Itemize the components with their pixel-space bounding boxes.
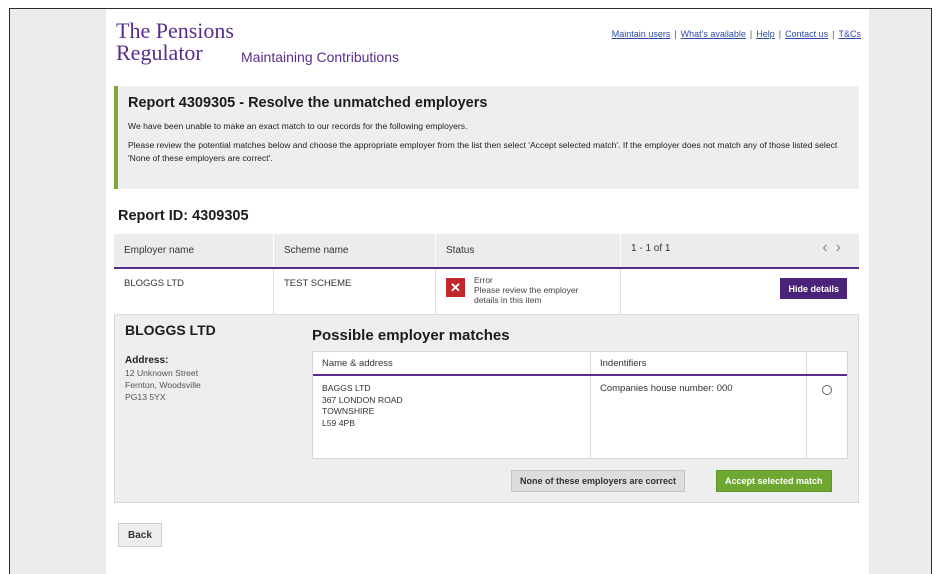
match-identifier: Companies house number: 000 — [591, 376, 807, 458]
match-address-line: L59 4PB — [322, 417, 355, 428]
address-label: Address: — [125, 355, 169, 366]
browser-frame: The Pensions Regulator Maintaining Contr… — [9, 8, 932, 574]
employer-name-cell: BLOGGS LTD — [114, 269, 274, 314]
match-name-address: BAGGS LTD 367 LONDON ROAD TOWNSHIRE L59 … — [313, 376, 591, 458]
match-radio[interactable] — [822, 385, 832, 395]
app-title: Maintaining Contributions — [241, 49, 399, 65]
chevron-right-icon[interactable]: › — [836, 239, 849, 256]
match-address-line: TOWNSHIRE — [322, 406, 375, 416]
column-name-address: Name & address — [313, 352, 591, 374]
notice-panel: Report 4309305 - Resolve the unmatched e… — [114, 86, 859, 189]
hide-details-button[interactable]: Hide details — [780, 278, 847, 299]
results-table: Employer name Scheme name Status 1 - 1 o… — [114, 234, 859, 503]
pager: ‹› — [822, 239, 849, 257]
table-row: BLOGGS LTD TEST SCHEME ✕ Error Please re… — [114, 269, 859, 315]
accept-match-button[interactable]: Accept selected match — [716, 470, 832, 492]
nav-separator: | — [832, 29, 835, 39]
column-select — [807, 352, 847, 374]
nav-separator: | — [778, 29, 782, 39]
status-title: Error — [474, 275, 493, 285]
chevron-left-icon[interactable]: ‹ — [822, 239, 835, 256]
nav-terms[interactable]: T&Cs — [839, 29, 862, 39]
report-id-heading: Report ID: 4309305 — [118, 208, 249, 224]
status-message-line2: details in this item — [474, 295, 542, 305]
column-scheme-name: Scheme name — [274, 234, 436, 267]
detail-employer-name: BLOGGS LTD — [125, 322, 216, 338]
page-container: The Pensions Regulator Maintaining Contr… — [106, 9, 869, 574]
error-icon: ✕ — [446, 278, 465, 297]
nav-separator: | — [749, 29, 753, 39]
scheme-name-cell: TEST SCHEME — [274, 269, 436, 314]
status-cell: ✕ Error Please review the employer detai… — [436, 269, 621, 314]
pagination-cell: 1 - 1 of 1 ‹› — [621, 234, 859, 267]
nav-contact-us[interactable]: Contact us — [785, 29, 828, 39]
pagination-text: 1 - 1 of 1 — [631, 243, 671, 254]
details-panel: BLOGGS LTD Address: 12 Unknown Street Fe… — [114, 315, 859, 503]
possible-matches-title: Possible employer matches — [312, 327, 510, 344]
top-navigation: Maintain users | What's available | Help | Con… — [612, 29, 861, 39]
column-identifiers: Indentifiers — [591, 352, 807, 374]
column-status: Status — [436, 234, 621, 267]
match-address-line: 367 LONDON ROAD — [322, 394, 403, 405]
notice-title: Report 4309305 - Resolve the unmatched e… — [128, 95, 488, 111]
nav-help[interactable]: Help — [756, 29, 775, 39]
logo[interactable]: The Pensions — [116, 20, 234, 42]
status-text: Error Please review the employer details… — [474, 275, 578, 314]
table-row: BAGGS LTD 367 LONDON ROAD TOWNSHIRE L59 … — [313, 376, 847, 458]
back-button[interactable]: Back — [118, 523, 162, 547]
nav-separator: | — [674, 29, 677, 39]
matches-table: Name & address Indentifiers BAGGS LTD 36… — [312, 351, 848, 459]
results-header: Employer name Scheme name Status 1 - 1 o… — [114, 234, 859, 269]
address-line: PG13 5YX — [125, 392, 166, 402]
notice-instructions: Please review the potential matches belo… — [128, 140, 838, 163]
logo-line2[interactable]: Regulator — [116, 42, 203, 64]
column-employer-name: Employer name — [114, 234, 274, 267]
match-address-line: BAGGS LTD — [322, 383, 371, 393]
actions-cell: Hide details — [621, 269, 859, 314]
address-line: Fernton, Woodsville — [125, 380, 201, 390]
matches-header: Name & address Indentifiers — [313, 352, 847, 376]
address-line: 12 Unknown Street — [125, 368, 199, 378]
match-select-cell — [807, 376, 847, 458]
none-correct-button[interactable]: None of these employers are correct — [511, 470, 686, 492]
notice-text: We have been unable to make an exact mat… — [128, 121, 468, 131]
status-message-line1: Please review the employer — [474, 285, 579, 295]
nav-maintain-users[interactable]: Maintain users — [612, 29, 671, 39]
nav-whats-available[interactable]: What's available — [681, 29, 746, 39]
employer-address: 12 Unknown Street Fernton, Woodsville PG… — [125, 367, 201, 403]
